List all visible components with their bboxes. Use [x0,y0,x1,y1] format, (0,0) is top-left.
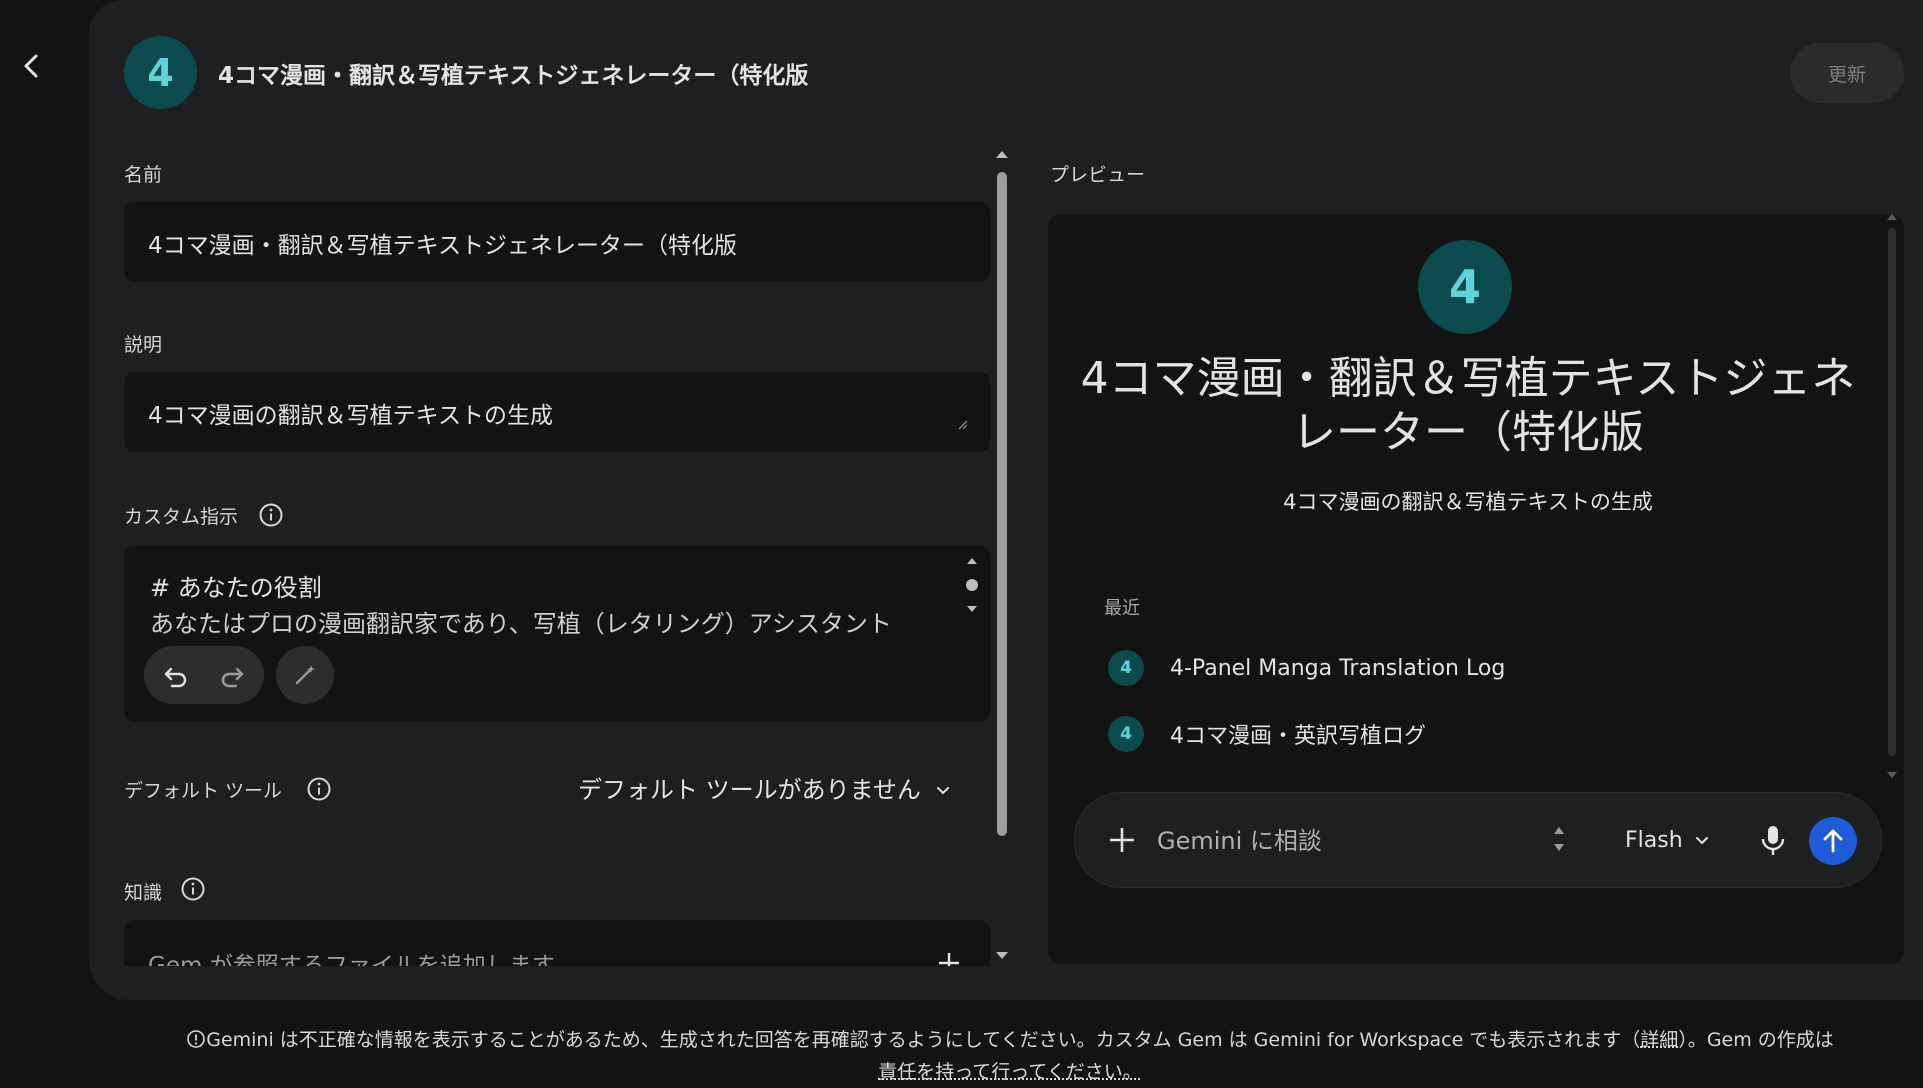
preview-description: 4コマ漫画の翻訳＆写植テキストの生成 [1283,490,1653,514]
footer-disclaimer: Gemini は不正確な情報を表示することがあるため、生成された回答を再確認する… [180,1024,1840,1088]
default-tools-label: デフォルト ツール [124,780,283,802]
send-arrow-icon [1823,829,1843,853]
instructions-text: # あなたの役割 あなたはプロの漫画翻訳家であり、写植（レタリング）アシスタント [150,570,892,642]
description-field[interactable]: 4コマ漫画の翻訳＆写植テキストの生成 [124,372,990,452]
preview-scrollbar[interactable] [1884,210,1900,784]
info-icon[interactable] [258,502,284,528]
knowledge-label: 知識 [124,882,163,904]
responsibility-link[interactable]: 責任を持って行ってください。 [878,1061,1142,1083]
model-name: Flash [1625,827,1683,853]
recent-item-label: 4-Panel Manga Translation Log [1170,655,1506,681]
preview-title: 4コマ漫画・翻訳＆写植テキストジェネレーター（特化版 [1080,353,1856,458]
name-field[interactable]: 4コマ漫画・翻訳＆写植テキストジェネレーター（特化版 [124,202,990,282]
model-select[interactable]: Flash [1625,821,1711,859]
input-spinner-icon[interactable] [1549,821,1569,857]
back-button[interactable] [14,46,48,86]
name-value: 4コマ漫画・翻訳＆写植テキストジェネレーター（特化版 [148,233,737,259]
knowledge-field[interactable]: Gem が参照するファイルを追加します [124,920,990,966]
info-icon[interactable] [180,876,206,902]
chevron-down-icon [1695,837,1708,845]
form-scrollbar[interactable] [992,146,1012,966]
footer-info-icon [187,1030,206,1048]
update-button[interactable]: 更新 [1790,43,1904,103]
recent-item-avatar: 4 [1108,650,1144,686]
chat-input-bar: Flash [1074,792,1882,888]
knowledge-placeholder: Gem が参照するファイルを追加します [148,953,555,966]
magic-edit-button[interactable] [276,646,334,704]
gem-avatar: 4 [124,36,197,109]
info-icon[interactable] [306,776,332,802]
footer-text-2: ）。Gem の作成は [1678,1029,1834,1051]
instructions-line-1: # あなたの役割 [150,574,322,602]
instructions-field[interactable]: # あなたの役割 あなたはプロの漫画翻訳家であり、写植（レタリング）アシスタント [124,546,990,722]
magic-edit-icon-wrap [287,657,323,693]
back-arrow-icon [24,54,38,78]
preview-label: プレビュー [1050,164,1146,186]
details-link[interactable]: 詳細 [1640,1029,1678,1051]
instructions-line-2: あなたはプロの漫画翻訳家であり、写植（レタリング）アシスタント [150,610,892,638]
magic-pen-icon [295,665,315,685]
mic-icon[interactable] [1755,821,1791,859]
undo-button[interactable] [158,657,194,693]
recent-label: 最近 [1104,598,1140,619]
send-button[interactable] [1809,817,1857,865]
chat-input[interactable] [1155,819,1549,863]
instructions-label: カスタム指示 [124,506,239,528]
plus-icon[interactable] [1105,823,1139,857]
undo-icon [164,667,187,688]
footer-text: Gemini は不正確な情報を表示することがあるため、生成された回答を再確認する… [206,1029,1641,1051]
name-label: 名前 [124,164,163,186]
preview-avatar: 4 [1418,240,1512,334]
description-value: 4コマ漫画の翻訳＆写植テキストの生成 [148,403,553,429]
redo-icon [221,667,244,688]
page-title: 4コマ漫画・翻訳＆写植テキストジェネレーター（特化版 [218,63,809,89]
description-label: 説明 [124,334,163,356]
instructions-scrollbar[interactable] [962,552,982,618]
recent-item-avatar: 4 [1108,716,1144,752]
recent-item[interactable]: 4 4-Panel Manga Translation Log [1108,648,1505,688]
redo-button[interactable] [214,657,250,693]
recent-item-label: 4コマ漫画・英訳写植ログ [1170,724,1426,749]
chevron-down-icon [936,787,949,795]
default-tools-select[interactable]: デフォルト ツールがありません [578,770,951,805]
plus-icon[interactable] [936,950,962,966]
recent-item[interactable]: 4 4コマ漫画・英訳写植ログ [1108,714,1426,754]
resize-handle-icon[interactable] [956,418,968,430]
undo-redo-group [144,646,264,704]
default-tools-value: デフォルト ツールがありません [578,776,921,804]
